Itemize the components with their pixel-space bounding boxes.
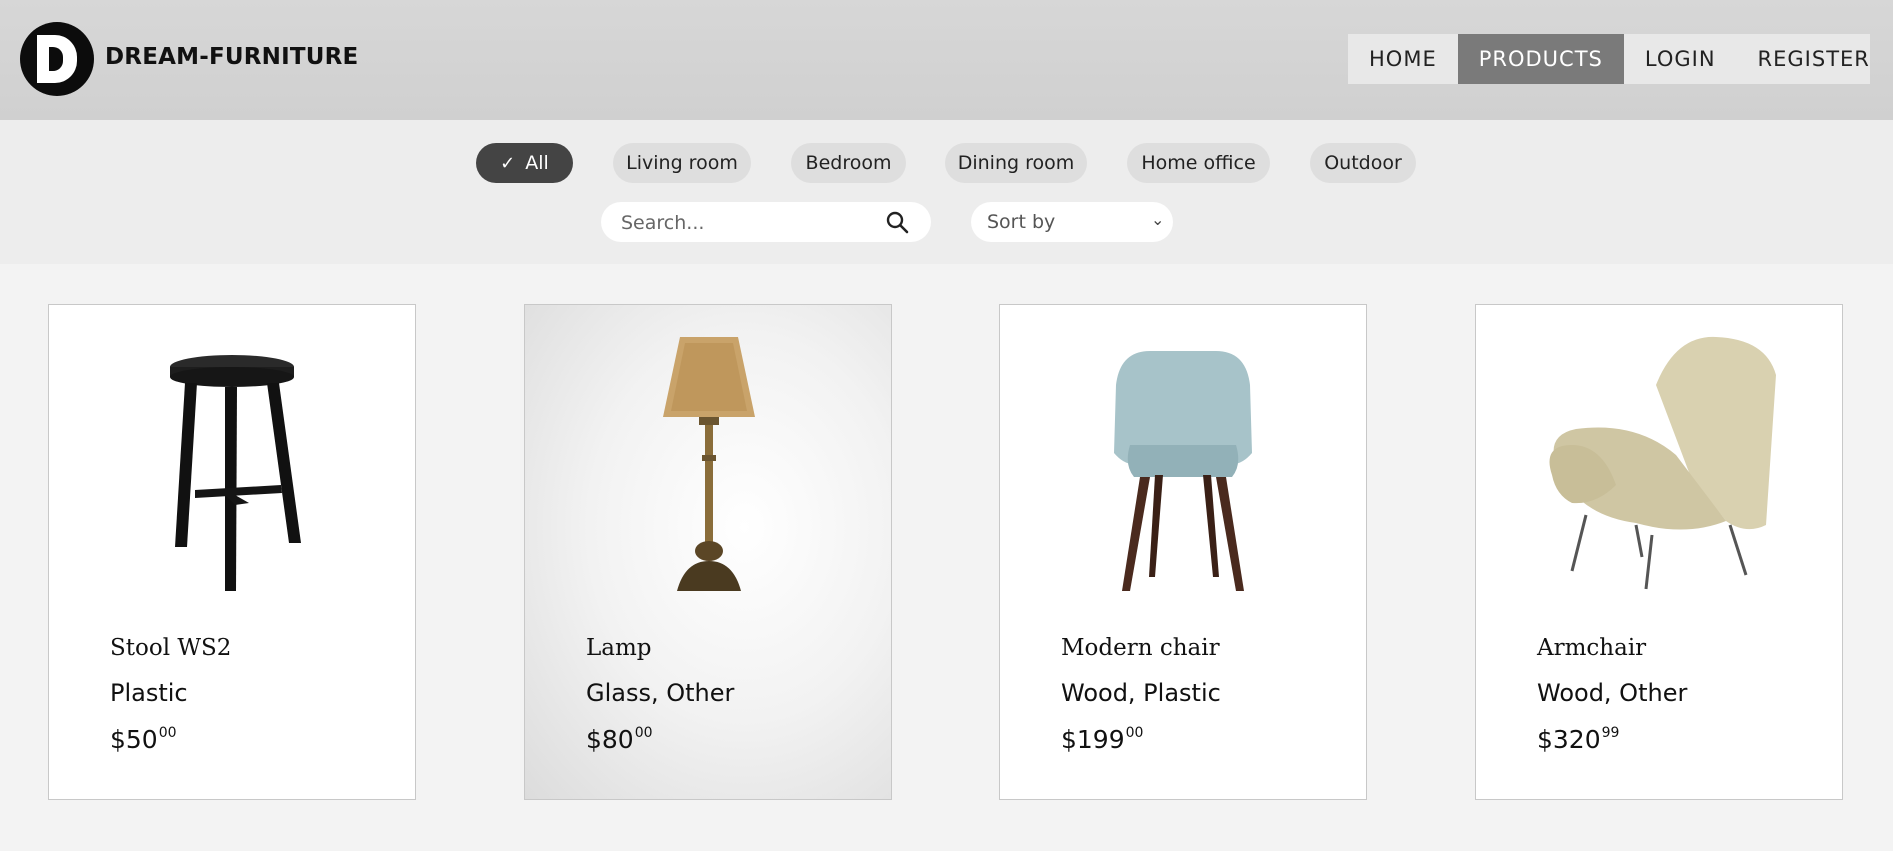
sort-select[interactable]: Sort by ⌄	[971, 202, 1173, 242]
product-name: Modern chair	[1061, 635, 1220, 661]
lamp-image	[663, 337, 755, 591]
category-chip-living-room[interactable]: Living room	[613, 143, 751, 183]
armchair-image	[1549, 336, 1776, 590]
product-material: Wood, Plastic	[1061, 679, 1221, 707]
main-nav: HOME PRODUCTS LOGIN REGISTER	[1348, 34, 1870, 84]
brand-name[interactable]: DREAM-FURNITURE	[105, 44, 358, 70]
product-price: $32099	[1537, 725, 1619, 754]
chip-label: Bedroom	[805, 152, 892, 174]
product-card[interactable]: Armchair Wood, Other $32099	[1475, 304, 1843, 800]
price-cents: 00	[634, 724, 653, 741]
modern-chair-image	[1114, 351, 1252, 591]
chip-label: All	[525, 152, 549, 174]
chip-label: Dining room	[957, 152, 1075, 174]
category-chip-outdoor[interactable]: Outdoor	[1310, 143, 1416, 183]
logo-icon[interactable]	[20, 22, 94, 96]
category-chip-dining-room[interactable]: Dining room	[945, 143, 1087, 183]
product-name: Stool WS2	[110, 635, 232, 661]
sort-label: Sort by	[987, 211, 1056, 233]
filter-bar	[0, 120, 1893, 264]
product-material: Wood, Other	[1537, 679, 1688, 707]
product-material: Glass, Other	[586, 679, 735, 707]
stool-image	[170, 355, 301, 591]
product-card[interactable]: Stool WS2 Plastic $5000	[48, 304, 416, 800]
price-main: $199	[1061, 725, 1125, 754]
chip-label: Home office	[1141, 152, 1256, 174]
product-name: Armchair	[1537, 635, 1647, 661]
price-main: $50	[110, 725, 158, 754]
chip-label: Living room	[626, 152, 738, 174]
product-card[interactable]: Modern chair Wood, Plastic $19900	[999, 304, 1367, 800]
search-input[interactable]	[619, 209, 863, 237]
product-price: $5000	[110, 725, 177, 754]
nav-products[interactable]: PRODUCTS	[1457, 34, 1624, 84]
category-chip-all[interactable]: ✓ All	[476, 143, 573, 183]
search-icon[interactable]	[885, 210, 909, 234]
chip-label: Outdoor	[1324, 152, 1402, 174]
nav-register[interactable]: REGISTER	[1737, 34, 1891, 84]
price-main: $80	[586, 725, 634, 754]
price-main: $320	[1537, 725, 1601, 754]
price-cents: 99	[1601, 724, 1620, 741]
search-box	[601, 202, 931, 242]
product-price: $8000	[586, 725, 653, 754]
price-cents: 00	[1125, 724, 1144, 741]
product-card[interactable]: Lamp Glass, Other $8000	[524, 304, 892, 800]
check-icon: ✓	[500, 153, 516, 174]
category-chip-bedroom[interactable]: Bedroom	[791, 143, 906, 183]
price-cents: 00	[158, 724, 177, 741]
site-header: DREAM-FURNITURE HOME PRODUCTS LOGIN REGI…	[0, 0, 1893, 120]
category-chip-home-office[interactable]: Home office	[1127, 143, 1270, 183]
product-name: Lamp	[586, 635, 652, 661]
nav-home[interactable]: HOME	[1348, 34, 1458, 84]
chevron-down-icon: ⌄	[1151, 210, 1165, 229]
product-material: Plastic	[110, 679, 188, 707]
nav-login[interactable]: LOGIN	[1624, 34, 1737, 84]
product-price: $19900	[1061, 725, 1143, 754]
